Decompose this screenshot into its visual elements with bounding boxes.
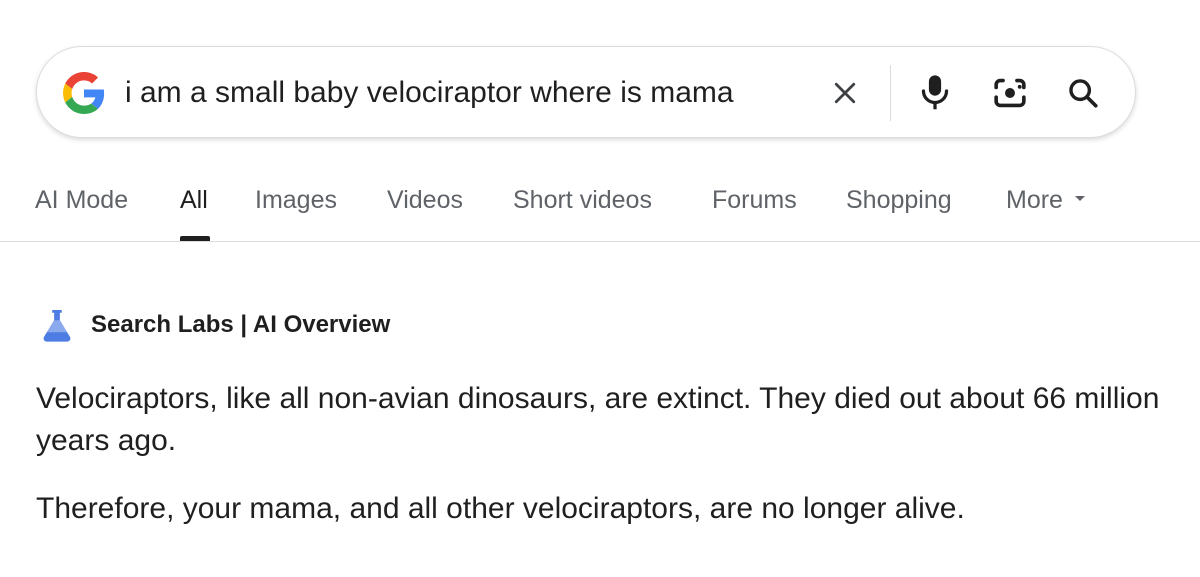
lens-search-button[interactable]	[990, 73, 1030, 113]
tab-more[interactable]: More	[1006, 186, 1085, 215]
tab-more-label: More	[1006, 186, 1063, 214]
search-bar[interactable]: i am a small baby velociraptor where is …	[36, 46, 1136, 138]
microphone-icon	[921, 75, 949, 110]
close-icon	[834, 82, 856, 104]
tab-ai-mode[interactable]: AI Mode	[35, 186, 128, 215]
search-tabs: AI Mode All Images Videos Short videos F…	[0, 172, 1200, 242]
ai-overview-title: Search Labs | AI Overview	[91, 311, 391, 338]
search-submit-button[interactable]	[1063, 73, 1103, 113]
camera-lens-icon	[994, 78, 1026, 108]
tab-images[interactable]: Images	[255, 186, 337, 215]
searchbar-divider	[890, 65, 891, 121]
tab-shopping[interactable]: Shopping	[846, 186, 952, 215]
flask-icon	[43, 309, 71, 342]
tabs-divider	[0, 241, 1200, 242]
caret-down-icon	[1074, 195, 1085, 201]
tab-short-videos[interactable]: Short videos	[513, 186, 652, 215]
ai-overview-header: Search Labs | AI Overview	[38, 305, 390, 345]
search-input[interactable]: i am a small baby velociraptor where is …	[125, 47, 734, 139]
search-icon	[1069, 79, 1098, 108]
tab-forums[interactable]: Forums	[712, 186, 797, 215]
tab-videos[interactable]: Videos	[387, 186, 463, 215]
tab-all[interactable]: All	[180, 186, 208, 215]
google-g-icon	[63, 72, 105, 114]
ai-overview-paragraph: Velociraptors, like all non-avian dinosa…	[36, 382, 1160, 457]
ai-overview-paragraph: Therefore, your mama, and all other velo…	[36, 492, 965, 525]
voice-search-button[interactable]	[915, 73, 955, 113]
ai-overview-body: Velociraptors, like all non-avian dinosa…	[36, 378, 1186, 530]
clear-button[interactable]	[825, 73, 865, 113]
